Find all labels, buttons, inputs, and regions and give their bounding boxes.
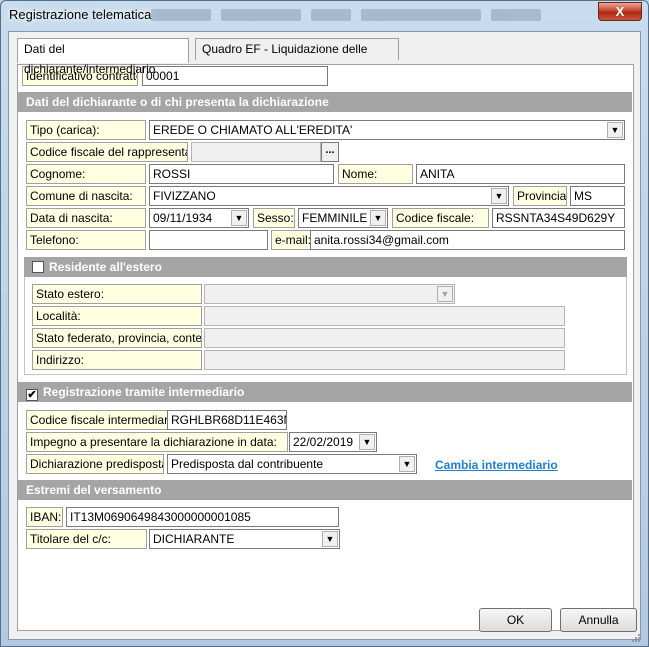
codice-fiscale-label: Codice fiscale: [392, 208, 489, 228]
predisposta-select[interactable]: Predisposta dal contribuente ▼ [167, 454, 417, 474]
tipo-value: EREDE O CHIAMATO ALL'EREDITA' [153, 123, 353, 137]
telefono-label: Telefono: [26, 230, 146, 250]
cf-rappresentato-input[interactable] [191, 142, 321, 162]
localita-input[interactable] [204, 306, 565, 326]
sesso-value: FEMMINILE [302, 211, 368, 225]
data-nascita-label: Data di nascita: [26, 208, 146, 228]
dropdown-arrow-icon[interactable]: ▼ [359, 434, 375, 450]
localita-label: Località: [32, 306, 202, 326]
sesso-label: Sesso: [253, 208, 295, 228]
nome-input[interactable]: ANITA [416, 164, 625, 184]
tab-panel: Identificativo contratto: 00001 Dati del… [17, 64, 634, 631]
comune-value: FIVIZZANO [153, 189, 216, 203]
resize-grip-icon[interactable] [631, 633, 641, 643]
tipo-label: Tipo (carica): [26, 120, 146, 140]
dropdown-arrow-icon[interactable]: ▼ [399, 456, 415, 472]
indirizzo-input[interactable] [204, 350, 565, 370]
intermediario-checkbox-label: Registrazione tramite intermediario [43, 385, 245, 399]
predisposta-value: Predisposta dal contribuente [171, 457, 324, 471]
titolare-select[interactable]: DICHIARANTE ▼ [149, 529, 340, 549]
cambia-intermediario-link[interactable]: Cambia intermediario [435, 458, 558, 472]
tab-quadro-ef[interactable]: Quadro EF - Liquidazione delle imposte [195, 38, 399, 76]
dropdown-arrow-icon[interactable]: ▼ [491, 188, 507, 204]
impegno-date-value: 22/02/2019 [293, 435, 354, 449]
stato-federato-label: Stato federato, provincia, contea: [32, 328, 202, 348]
dropdown-arrow-icon[interactable]: ▼ [322, 531, 338, 547]
checkbox-icon[interactable]: ✔ [26, 389, 38, 401]
sesso-select[interactable]: FEMMINILE ▼ [298, 208, 388, 228]
section-header-dichiarante: Dati del dichiarante o di chi presenta l… [18, 92, 632, 112]
email-input[interactable]: anita.rossi34@gmail.com [310, 230, 625, 250]
iban-input[interactable]: IT13M0690649843000000001085 [66, 507, 339, 527]
dropdown-arrow-icon[interactable]: ▼ [607, 122, 623, 138]
close-button[interactable]: X [598, 2, 642, 21]
provincia-input[interactable]: MS [570, 186, 625, 206]
stato-estero-label: Stato estero: [32, 284, 202, 304]
data-nascita-value: 09/11/1934 [153, 211, 213, 225]
dialog-client-area: Dati del dichiarante/intermediario Quadr… [8, 31, 641, 640]
provincia-label: Provincia: [513, 186, 567, 206]
impegno-date-picker[interactable]: 22/02/2019 ▼ [289, 432, 377, 452]
codice-fiscale-input[interactable]: RSSNTA34S49D629Y [492, 208, 625, 228]
title-bar[interactable]: Registrazione telematica X [1, 1, 648, 31]
tab-dati-dichiarante[interactable]: Dati del dichiarante/intermediario [17, 38, 189, 76]
cf-intermediario-input[interactable]: RGHLBR68D11E463M [167, 410, 287, 430]
stato-federato-input[interactable] [204, 328, 565, 348]
titolare-value: DICHIARANTE [153, 532, 235, 546]
comune-select[interactable]: FIVIZZANO ▼ [149, 186, 509, 206]
iban-label: IBAN: [26, 507, 63, 527]
stato-estero-select[interactable]: ▼ [204, 284, 455, 304]
section-header-intermediario[interactable]: ✔ Registrazione tramite intermediario [18, 382, 632, 402]
section-header-estero[interactable]: Residente all'estero [24, 257, 627, 277]
telefono-input[interactable] [149, 230, 268, 250]
tipo-select[interactable]: EREDE O CHIAMATO ALL'EREDITA' ▼ [149, 120, 625, 140]
data-nascita-picker[interactable]: 09/11/1934 ▼ [149, 208, 249, 228]
title-bar-background-blur [151, 9, 571, 23]
cf-rappresentato-label: Codice fiscale del rappresentato: [26, 142, 188, 162]
annulla-button[interactable]: Annulla [560, 608, 637, 632]
browse-ellipsis-button[interactable]: ... [321, 142, 339, 162]
section-header-versamento: Estremi del versamento [18, 480, 632, 500]
close-icon: X [615, 4, 625, 19]
cognome-input[interactable]: ROSSI [149, 164, 334, 184]
checkbox-icon[interactable] [32, 261, 44, 273]
nome-label: Nome: [338, 164, 413, 184]
email-label: e-mail: [271, 230, 311, 250]
titolare-label: Titolare del c/c: [26, 529, 147, 549]
contratto-input[interactable]: 00001 [142, 66, 328, 86]
dropdown-arrow-icon[interactable]: ▼ [437, 286, 453, 302]
predisposta-label: Dichiarazione predisposta: [26, 454, 164, 474]
indirizzo-label: Indirizzo: [32, 350, 202, 370]
estero-checkbox-label: Residente all'estero [49, 260, 162, 274]
cognome-label: Cognome: [26, 164, 146, 184]
ok-button[interactable]: OK [479, 608, 552, 632]
dropdown-arrow-icon[interactable]: ▼ [231, 210, 247, 226]
comune-label: Comune di nascita: [26, 186, 146, 206]
dialog-window: Registrazione telematica X Dati del dich… [0, 0, 649, 647]
tab-label: Dati del dichiarante/intermediario [24, 42, 156, 76]
window-title: Registrazione telematica [9, 7, 152, 22]
dropdown-arrow-icon[interactable]: ▼ [370, 210, 386, 226]
impegno-label: Impegno a presentare la dichiarazione in… [26, 432, 288, 452]
